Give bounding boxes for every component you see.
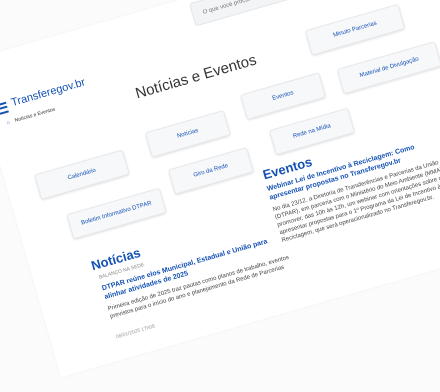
breadcrumb-current: Notícias e Eventos — [14, 106, 56, 124]
breadcrumb: ⌂ Notícias e Eventos — [6, 107, 56, 127]
button-eventos[interactable]: Eventos — [240, 72, 327, 120]
screenshot-stage: 🎤︎ ⚲ Transferegov.br ⌂ Notícias e Evento… — [0, 0, 440, 392]
search-input[interactable] — [200, 0, 283, 18]
home-icon[interactable]: ⌂ — [6, 120, 11, 127]
button-material-divulgacao[interactable]: Material de Divulgação — [336, 41, 440, 95]
button-noticias[interactable]: Notícias — [144, 110, 231, 158]
noticias-date: 06/01/2025 17h08 — [115, 323, 156, 341]
button-giro-da-rede[interactable]: Giro da Rede — [167, 147, 254, 195]
button-rede-na-midia[interactable]: Rede na Mídia — [268, 107, 355, 156]
button-boletim-informativo[interactable]: Boletim Informativo DTPAR — [66, 187, 167, 240]
hamburger-menu-icon[interactable] — [0, 101, 9, 115]
page-sheet: 🎤︎ ⚲ Transferegov.br ⌂ Notícias e Evento… — [0, 0, 440, 378]
button-calendario[interactable]: Calendário — [34, 149, 130, 200]
logo[interactable]: Transferegov.br — [10, 76, 87, 109]
